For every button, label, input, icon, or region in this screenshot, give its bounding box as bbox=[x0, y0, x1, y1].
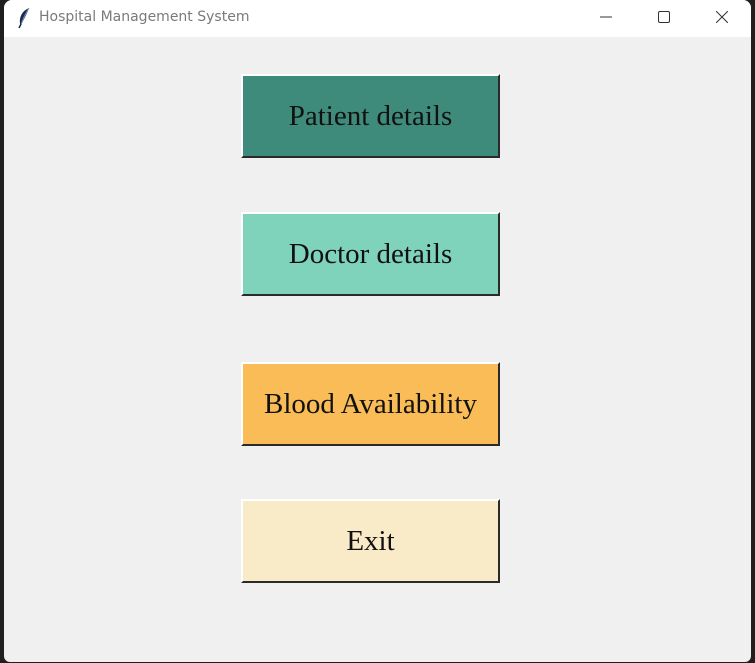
maximize-icon bbox=[658, 10, 670, 28]
window-title: Hospital Management System bbox=[39, 9, 250, 25]
doctor-details-button[interactable]: Doctor details bbox=[241, 212, 500, 296]
close-button[interactable] bbox=[693, 0, 751, 37]
close-icon bbox=[715, 10, 729, 28]
exit-button[interactable]: Exit bbox=[241, 499, 500, 583]
minimize-button[interactable] bbox=[577, 0, 635, 37]
patient-details-button[interactable]: Patient details bbox=[241, 74, 500, 158]
blood-availability-button[interactable]: Blood Availability bbox=[241, 362, 500, 446]
app-window: Hospital Management System Patient detai… bbox=[4, 0, 751, 662]
title-bar[interactable]: Hospital Management System bbox=[4, 0, 751, 37]
maximize-button[interactable] bbox=[635, 0, 693, 37]
feather-icon bbox=[16, 7, 32, 29]
minimize-icon bbox=[600, 10, 612, 28]
